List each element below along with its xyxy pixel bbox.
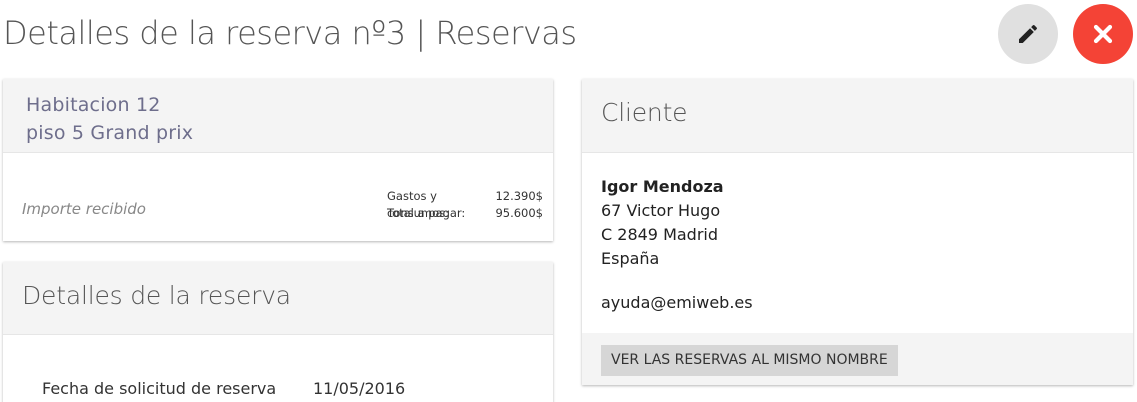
details-card-header: Detalles de la reserva xyxy=(3,262,553,335)
client-country: España xyxy=(601,249,660,268)
totals-summary: Gastos y consumos: 12.390$ Total a pagar… xyxy=(387,188,543,222)
client-card-header: Cliente xyxy=(582,79,1133,153)
details-title: Detalles de la reserva xyxy=(22,281,291,310)
client-title: Cliente xyxy=(601,98,688,127)
edit-button[interactable] xyxy=(998,4,1058,64)
client-card: Cliente Igor Mendoza 67 Victor Hugo C 28… xyxy=(582,79,1133,385)
expenses-label: Gastos y consumos: xyxy=(387,189,450,220)
page-title: Detalles de la reserva nº3 | Reservas xyxy=(3,14,577,52)
room-card-header: Habitacion 12 piso 5 Grand prix xyxy=(3,79,553,153)
received-amount-label: Importe recibido xyxy=(22,200,146,218)
request-date-label: Fecha de solicitud de reserva xyxy=(42,379,277,398)
request-date-value: 11/05/2016 xyxy=(313,379,406,398)
client-info: Igor Mendoza 67 Victor Hugo C 2849 Madri… xyxy=(601,175,753,315)
total-row: Total a pagar: 95.600$ xyxy=(387,205,543,222)
total-value: 95.600$ xyxy=(495,206,543,220)
client-card-footer: VER LAS RESERVAS AL MISMO NOMBRE xyxy=(582,333,1133,385)
room-number: Habitacion 12 xyxy=(26,94,161,116)
client-name: Igor Mendoza xyxy=(601,177,724,196)
expenses-row: Gastos y consumos: 12.390$ xyxy=(387,188,543,220)
client-address-line2: C 2849 Madrid xyxy=(601,225,719,244)
client-email: ayuda@emiweb.es xyxy=(601,293,753,312)
expenses-value: 12.390$ xyxy=(495,189,543,203)
room-card: Habitacion 12 piso 5 Grand prix Importe … xyxy=(3,79,553,241)
close-button[interactable] xyxy=(1073,4,1133,64)
pencil-icon xyxy=(1019,24,1038,43)
room-floor: piso 5 Grand prix xyxy=(26,122,194,144)
total-label: Total a pagar: xyxy=(387,206,466,220)
client-address-line1: 67 Victor Hugo xyxy=(601,201,721,220)
view-same-name-reservations-button[interactable]: VER LAS RESERVAS AL MISMO NOMBRE xyxy=(601,345,898,376)
close-icon xyxy=(1093,24,1113,44)
reservation-details-card: Detalles de la reserva Fecha de solicitu… xyxy=(3,262,553,402)
